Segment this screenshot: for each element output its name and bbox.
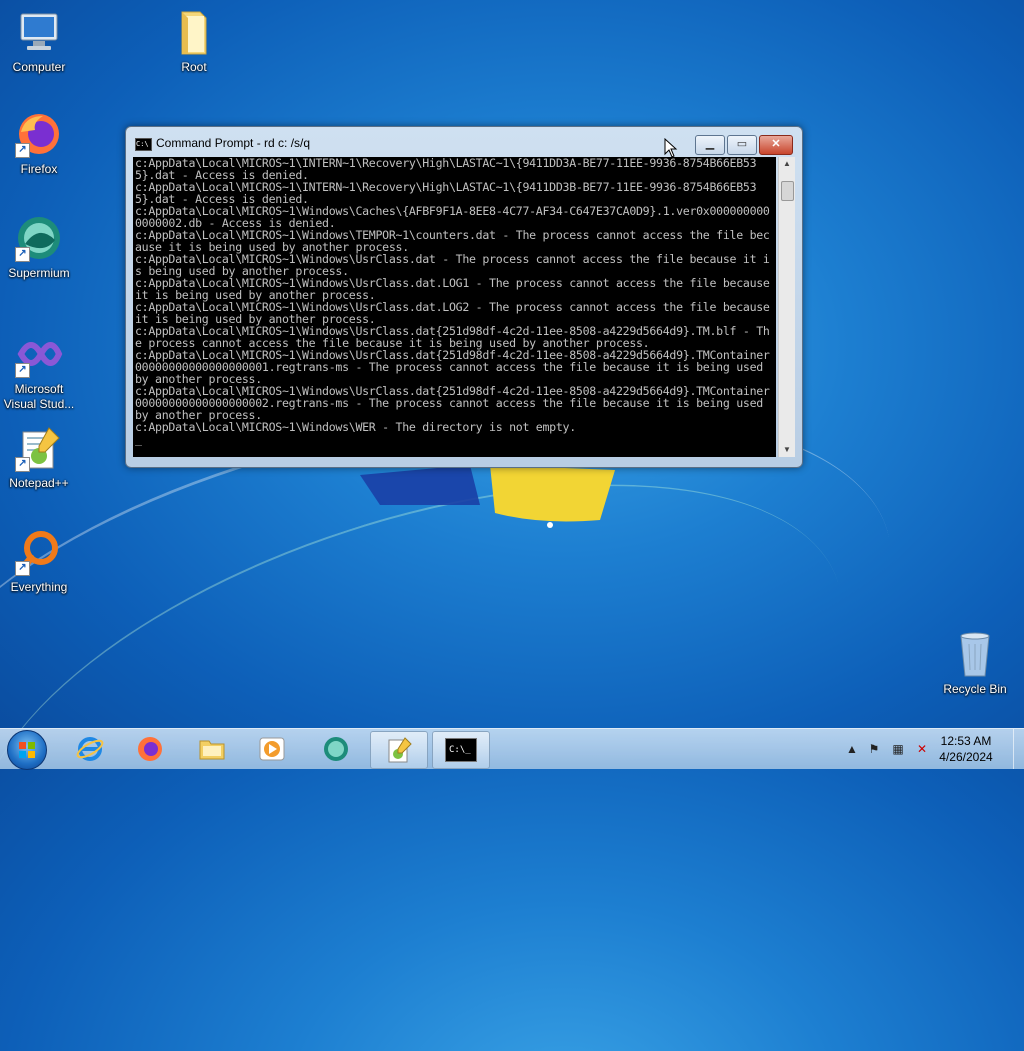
show-desktop-button[interactable] <box>1013 729 1024 769</box>
desktop-icon-label: Supermium <box>8 266 70 280</box>
scrollbar-thumb[interactable] <box>781 181 794 201</box>
minimize-button[interactable]: ▁ <box>695 135 725 155</box>
desktop-icon-firefox[interactable]: ↗ Firefox <box>1 110 77 177</box>
firefox-icon <box>138 737 162 761</box>
recycle-bin-icon <box>951 630 999 678</box>
wallpaper-windows-logo <box>360 465 615 528</box>
desktop-icon-label: Root <box>181 60 207 74</box>
taskbar: C:\_ ▲ ⚑ ▦ ✕ 12:53 AM 4/26/2024 <box>0 728 1024 770</box>
internet-explorer-icon <box>76 737 104 761</box>
desktop-icon-label: Computer <box>12 60 66 74</box>
desktop-icon-everything[interactable]: ↗ Everything <box>1 528 77 595</box>
shortcut-arrow-icon: ↗ <box>15 561 30 576</box>
desktop-icon-computer[interactable]: Computer <box>1 8 77 75</box>
close-button[interactable]: ✕ <box>759 135 793 155</box>
windows-logo-icon <box>19 742 35 758</box>
cmd-icon: C:\_ <box>445 738 477 762</box>
shortcut-arrow-icon: ↗ <box>15 363 30 378</box>
start-button[interactable] <box>7 730 47 770</box>
taskbar-internet-explorer[interactable] <box>62 731 118 767</box>
cmd-taskbar-glyph: C:\_ <box>449 745 471 755</box>
cmd-output: c:AppData\Local\MICROS~1\INTERN~1\Recove… <box>135 157 770 446</box>
action-center-flag-icon[interactable]: ⚑ <box>866 741 882 757</box>
desktop-icon-supermium[interactable]: ↗ Supermium <box>1 214 77 281</box>
desktop-icon-notepadpp[interactable]: ↗ Notepad++ <box>1 424 77 491</box>
clock[interactable]: 12:53 AM 4/26/2024 <box>925 733 1007 765</box>
visual-studio-icon: ↗ <box>15 330 63 378</box>
supermium-icon <box>324 737 348 761</box>
shortcut-arrow-icon: ↗ <box>15 247 30 262</box>
vertical-scrollbar[interactable]: ▲ ▼ <box>778 157 795 457</box>
desktop-icon-label: Recycle Bin <box>943 682 1007 696</box>
media-player-icon <box>259 737 285 761</box>
supermium-icon: ↗ <box>15 214 63 262</box>
computer-icon <box>15 8 63 56</box>
maximize-button[interactable]: ▭ <box>727 135 757 155</box>
desktop-icon-label: Everything <box>10 580 68 594</box>
notepadpp-icon <box>388 737 412 763</box>
taskbar-media-player[interactable] <box>244 731 300 767</box>
taskbar-firefox[interactable] <box>122 731 178 767</box>
desktop-icon-label: Microsoft Visual Stud... <box>3 382 75 411</box>
explorer-folder-icon <box>199 740 225 760</box>
everything-icon: ↗ <box>15 528 63 576</box>
shortcut-arrow-icon: ↗ <box>15 457 30 472</box>
taskbar-supermium[interactable] <box>308 731 364 767</box>
taskbar-explorer[interactable] <box>184 731 240 767</box>
cmd-icon: C:\ <box>135 138 152 151</box>
window-title: Command Prompt - rd c: /s/q <box>156 136 311 150</box>
desktop-icon-root[interactable]: Root <box>156 8 232 75</box>
cmd-titlebar[interactable]: C:\ Command Prompt - rd c: /s/q ▁ ▭ ✕ <box>126 127 802 157</box>
taskbar-command-prompt[interactable]: C:\_ <box>432 731 490 769</box>
mouse-cursor-icon <box>664 138 678 158</box>
taskbar-notepadpp[interactable] <box>370 731 428 769</box>
scroll-up-icon[interactable]: ▲ <box>779 157 795 171</box>
clock-time: 12:53 AM <box>940 734 992 748</box>
shortcut-arrow-icon: ↗ <box>15 143 30 158</box>
cmd-window[interactable]: C:\ Command Prompt - rd c: /s/q ▁ ▭ ✕ c:… <box>125 126 803 468</box>
desktop-icon-label: Notepad++ <box>9 476 69 490</box>
cmd-console[interactable]: c:AppData\Local\MICROS~1\INTERN~1\Recove… <box>133 157 776 457</box>
desktop-icon-label: Firefox <box>20 162 58 176</box>
network-icon[interactable]: ▦ <box>890 741 906 757</box>
desktop-icon-visual-studio[interactable]: ↗ Microsoft Visual Stud... <box>1 330 77 412</box>
firefox-icon: ↗ <box>15 110 63 158</box>
scroll-down-icon[interactable]: ▼ <box>779 443 795 457</box>
desktop-icon-recycle-bin[interactable]: Recycle Bin <box>937 630 1013 697</box>
show-hidden-icons-icon[interactable]: ▲ <box>844 741 860 757</box>
folder-icon <box>170 8 218 56</box>
clock-date: 4/26/2024 <box>939 750 993 764</box>
notepadpp-icon: ↗ <box>15 424 63 472</box>
